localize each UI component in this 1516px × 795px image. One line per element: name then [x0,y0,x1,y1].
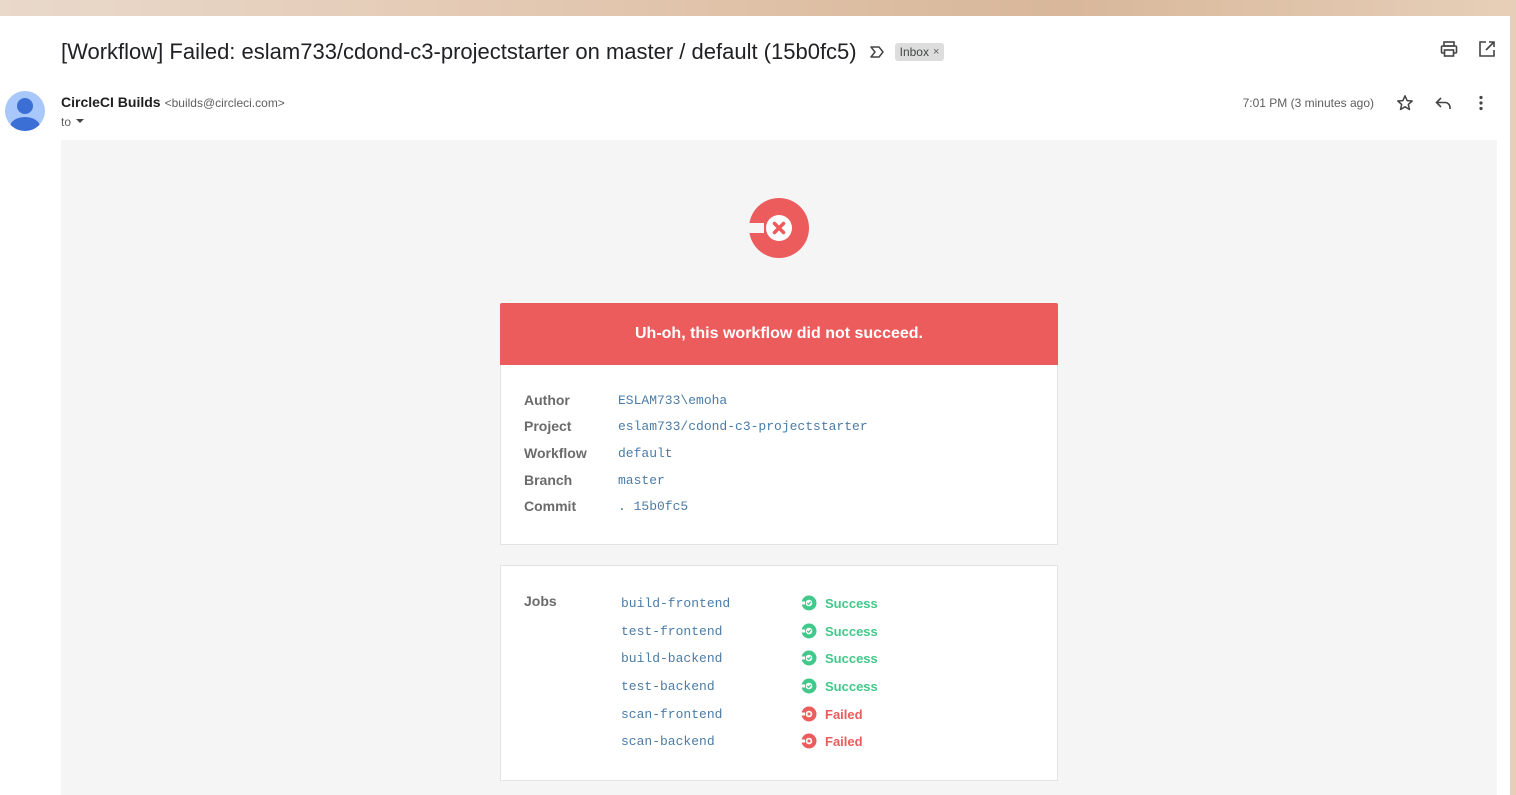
failed-icon [801,733,817,749]
job-status-success: Success [801,678,878,694]
job-link-scan-frontend[interactable]: scan-frontend [621,707,801,722]
job-row: test-backend Success [621,678,878,694]
success-icon [801,595,817,611]
inbox-label-chip: Inbox × [894,43,945,61]
inbox-label-text: Inbox [899,45,929,59]
job-link-build-frontend[interactable]: build-frontend [621,596,801,611]
info-label: Author [524,392,570,408]
jobs-card: Jobs build-frontend Success test-fronten… [500,565,1058,781]
info-row-workflow: Workflow default [524,445,673,461]
important-icon[interactable] [869,45,885,59]
more-vert-icon[interactable] [1472,94,1490,112]
circleci-failed-logo [748,197,810,259]
job-status-success: Success [801,650,878,666]
email-body: Uh-oh, this workflow did not succeed. Au… [61,140,1497,795]
to-label: to [61,115,72,129]
header-actions [1440,40,1496,58]
info-row-branch: Branch master [524,472,665,488]
job-row: scan-frontend Failed [621,706,863,722]
job-status-label: Success [825,678,878,694]
jobs-label: Jobs [524,593,557,609]
author-link[interactable]: ESLAM733\emoha [618,393,727,408]
reply-icon[interactable] [1434,94,1452,112]
job-row: scan-backend Failed [621,733,863,749]
sender-name[interactable]: CircleCI Builds [61,94,161,110]
workflow-link[interactable]: default [618,446,673,461]
success-icon [801,623,817,639]
job-status-label: Failed [825,733,863,749]
failed-icon [801,706,817,722]
recipient-toggle[interactable]: to [61,115,85,129]
job-status-label: Success [825,623,878,639]
commit-link[interactable]: . 15b0fc5 [618,499,688,514]
star-icon[interactable] [1396,94,1414,112]
info-label: Project [524,418,572,434]
job-status-label: Success [825,650,878,666]
info-label: Commit [524,498,577,514]
job-row: test-frontend Success [621,623,878,639]
info-label: Workflow [524,445,587,461]
job-link-test-backend[interactable]: test-backend [621,679,801,694]
print-icon[interactable] [1440,40,1458,58]
job-link-build-backend[interactable]: build-backend [621,651,801,666]
message-actions: 7:01 PM (3 minutes ago) [1243,94,1490,112]
sender-row: CircleCI Builds <builds@circleci.com> [61,94,285,110]
info-row-author: Author ESLAM733\emoha [524,392,727,408]
info-label: Branch [524,472,573,488]
job-link-test-frontend[interactable]: test-frontend [621,624,801,639]
avatar[interactable] [5,91,45,131]
success-icon [801,650,817,666]
job-row: build-frontend Success [621,595,878,611]
chevron-down-icon[interactable] [75,115,85,129]
job-status-failed: Failed [801,733,863,749]
info-row-commit: Commit . 15b0fc5 [524,498,688,514]
job-status-success: Success [801,623,878,639]
job-row: build-backend Success [621,650,878,666]
branch-link[interactable]: master [618,473,665,488]
project-link[interactable]: eslam733/cdond-c3-projectstarter [618,419,868,434]
email-view: [Workflow] Failed: eslam733/cdond-c3-pro… [0,16,1510,795]
failure-headline: Uh-oh, this workflow did not succeed. [634,325,923,342]
open-in-new-window-icon[interactable] [1478,40,1496,58]
info-row-project: Project eslam733/cdond-c3-projectstarter [524,418,868,434]
email-timestamp: 7:01 PM (3 minutes ago) [1242,96,1374,110]
job-status-label: Success [825,595,878,611]
subject-row: [Workflow] Failed: eslam733/cdond-c3-pro… [61,38,945,66]
email-subject: [Workflow] Failed: eslam733/cdond-c3-pro… [61,39,857,64]
workflow-info-card: Author ESLAM733\emoha Project eslam733/c… [500,365,1058,545]
avatar-person-icon [10,98,40,131]
job-link-scan-backend[interactable]: scan-backend [621,734,801,749]
success-icon [801,678,817,694]
remove-label-button[interactable]: × [933,46,939,58]
job-status-label: Failed [825,706,863,722]
sender-email: <builds@circleci.com> [164,96,285,110]
job-status-failed: Failed [801,706,863,722]
failure-banner: Uh-oh, this workflow did not succeed. [500,303,1058,365]
job-status-success: Success [801,595,878,611]
